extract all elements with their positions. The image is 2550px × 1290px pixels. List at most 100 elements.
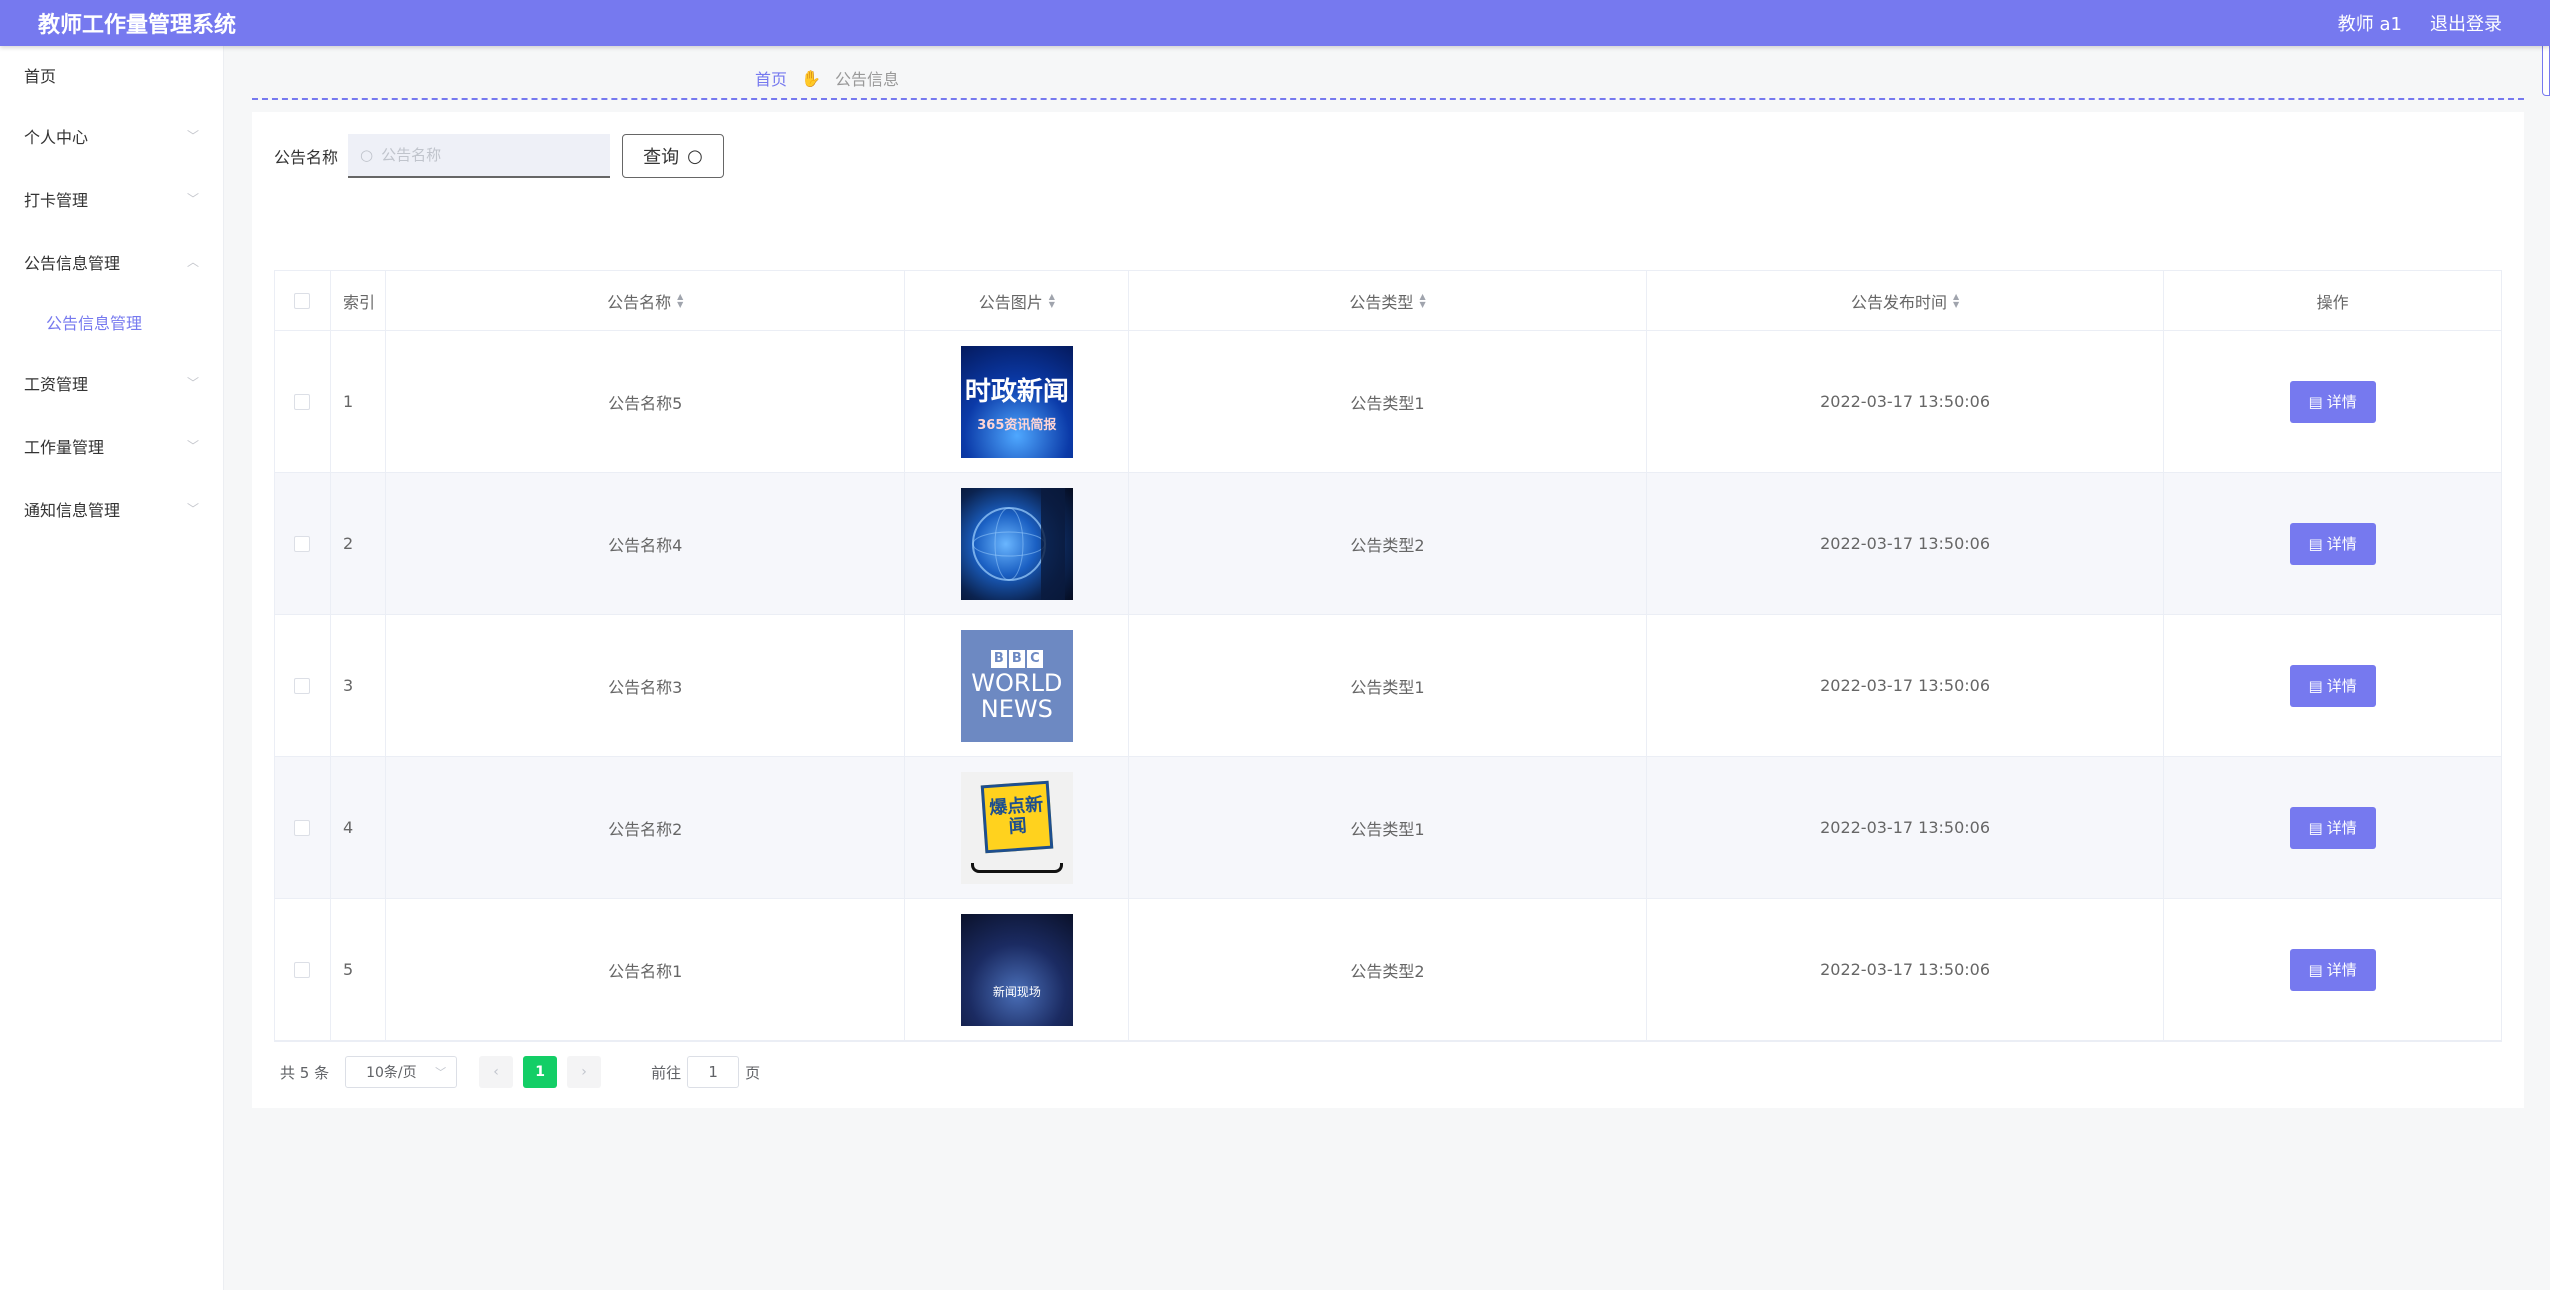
search-icon: ○: [360, 146, 374, 164]
header-index: 索引: [331, 271, 386, 330]
detail-button[interactable]: ▤ 详情: [2289, 664, 2376, 707]
chevron-down-icon: ﹀: [186, 502, 199, 516]
announcement-image[interactable]: BBC WORLD NEWS: [960, 629, 1073, 742]
row-checkbox[interactable]: [294, 393, 311, 410]
row-checkbox[interactable]: [294, 819, 311, 836]
chevron-left-icon: ‹: [493, 1064, 499, 1080]
sidebar-item-announcements[interactable]: 公告信息管理 ︿: [0, 230, 223, 293]
row-index: 5: [331, 899, 386, 1040]
search-input-wrapper[interactable]: ○: [348, 134, 611, 178]
sidebar-item-label: 公告信息管理: [46, 314, 143, 333]
announcement-image[interactable]: 时政新闻 365资讯简报: [960, 345, 1073, 458]
row-index: 2: [331, 473, 386, 614]
header-time-label: 公告发布时间: [1850, 292, 1947, 312]
prev-page-button[interactable]: ‹: [479, 1056, 514, 1088]
detail-button[interactable]: ▤ 详情: [2289, 522, 2376, 565]
user-label[interactable]: 教师 a1: [2338, 10, 2402, 36]
announcement-image[interactable]: 爆点新闻: [960, 771, 1073, 884]
breadcrumb-home[interactable]: 首页: [755, 66, 787, 90]
sort-icon[interactable]: ▲ ▼: [1419, 292, 1425, 309]
page-size-value: 10条/页: [366, 1065, 417, 1081]
detail-button[interactable]: ▤ 详情: [2289, 948, 2376, 991]
sidebar-item-personal-center[interactable]: 个人中心 ﹀: [0, 104, 223, 167]
chevron-down-icon: ﹀: [186, 129, 199, 143]
table-row: 5 公告名称1 新闻现场 公告类型2 2022-03-17 13:50:06 ▤…: [275, 899, 2501, 1041]
sidebar-item-salary[interactable]: 工资管理 ﹀: [0, 351, 223, 414]
search-input[interactable]: [381, 146, 582, 164]
row-index: 4: [331, 757, 386, 898]
document-icon: ▤: [2308, 676, 2323, 695]
row-name: 公告名称3: [386, 615, 906, 756]
content-panel: 公告名称 ○ 查询 ○ 索引 公告名称 ▲▼ 公告图片 ▲▼ 公告类型 ▲▼ 公告发布…: [252, 112, 2524, 1108]
detail-button[interactable]: ▤ 详情: [2289, 806, 2376, 849]
row-select-cell: [275, 473, 331, 614]
detail-label: 详情: [2326, 535, 2357, 553]
row-checkbox[interactable]: [294, 535, 311, 552]
image-stand: [970, 862, 1063, 873]
search-bar: 公告名称 ○ 查询 ○: [274, 134, 725, 178]
sidebar-item-workload[interactable]: 工作量管理 ﹀: [0, 414, 223, 477]
detail-label: 详情: [2326, 393, 2357, 411]
row-operation: ▤ 详情: [2164, 331, 2501, 472]
row-checkbox[interactable]: [294, 961, 311, 978]
sidebar-item-label: 个人中心: [24, 127, 89, 147]
row-time: 2022-03-17 13:50:06: [1647, 331, 2165, 472]
logout-link[interactable]: 退出登录: [2430, 10, 2502, 36]
row-name: 公告名称1: [386, 899, 906, 1040]
right-edge-handle[interactable]: [2542, 40, 2550, 96]
row-select-cell: [275, 615, 331, 756]
sidebar-item-label: 首页: [24, 67, 57, 86]
select-all-checkbox[interactable]: [294, 292, 311, 309]
goto-page-input[interactable]: 1: [687, 1056, 740, 1088]
sidebar-item-label: 通知信息管理: [24, 500, 121, 520]
row-operation: ▤ 详情: [2164, 615, 2501, 756]
row-operation: ▤ 详情: [2164, 899, 2501, 1040]
next-page-button[interactable]: ›: [567, 1056, 602, 1088]
row-checkbox[interactable]: [294, 677, 311, 694]
announcement-image[interactable]: [960, 487, 1073, 600]
chevron-down-icon: ﹀: [186, 192, 199, 206]
page-size-select[interactable]: 10条/页 ﹀: [345, 1056, 458, 1088]
goto-suffix: 页: [745, 1063, 761, 1082]
detail-button[interactable]: ▤ 详情: [2289, 380, 2376, 423]
sort-icon[interactable]: ▲ ▼: [677, 292, 683, 309]
row-select-cell: [275, 331, 331, 472]
divider: [252, 98, 2524, 100]
sidebar-item-home[interactable]: 首页: [0, 46, 223, 104]
sidebar-item-checkin[interactable]: 打卡管理 ﹀: [0, 167, 223, 230]
goto-page: 前往 1 页: [651, 1056, 760, 1088]
row-type: 公告类型1: [1129, 757, 1647, 898]
header-name-label: 公告名称: [607, 292, 672, 312]
page-number-button[interactable]: 1: [523, 1056, 558, 1088]
table-row: 4 公告名称2 爆点新闻 公告类型1 2022-03-17 13:50:06 ▤…: [275, 757, 2501, 899]
row-index: 1: [331, 331, 386, 472]
sidebar-subitem-announcement-management[interactable]: 公告信息管理: [0, 293, 223, 351]
header-name[interactable]: 公告名称 ▲ ▼: [386, 271, 906, 330]
row-type: 公告类型2: [1129, 899, 1647, 1040]
sidebar-item-label: 打卡管理: [24, 190, 89, 210]
row-image-cell: [905, 473, 1130, 614]
sidebar-item-label: 公告信息管理: [24, 253, 121, 273]
chevron-up-icon: ︿: [186, 255, 199, 269]
announcement-image[interactable]: 新闻现场: [960, 913, 1073, 1026]
image-line-1: WORLD: [971, 668, 1063, 697]
header-type[interactable]: 公告类型 ▲ ▼: [1129, 271, 1647, 330]
breadcrumb-current: 公告信息: [834, 70, 899, 89]
sort-icon[interactable]: ▲ ▼: [1953, 292, 1959, 309]
header-right: 教师 a1 退出登录: [2338, 10, 2502, 36]
breadcrumb: 首页 ✋ 公告信息: [755, 66, 899, 90]
goto-prefix: 前往: [651, 1063, 682, 1082]
top-header: 教师工作量管理系统 教师 a1 退出登录: [0, 0, 2550, 46]
header-image[interactable]: 公告图片 ▲ ▼: [905, 271, 1130, 330]
sort-icon[interactable]: ▲ ▼: [1049, 292, 1055, 309]
query-button[interactable]: 查询 ○: [622, 134, 725, 178]
row-select-cell: [275, 757, 331, 898]
sidebar-item-notifications[interactable]: 通知信息管理 ﹀: [0, 477, 223, 540]
row-operation: ▤ 详情: [2164, 473, 2501, 614]
row-select-cell: [275, 899, 331, 1040]
row-time: 2022-03-17 13:50:06: [1647, 757, 2165, 898]
search-icon: ○: [687, 145, 703, 167]
row-image-cell: 新闻现场: [905, 899, 1130, 1040]
header-time[interactable]: 公告发布时间 ▲ ▼: [1647, 271, 2165, 330]
document-icon: ▤: [2308, 392, 2323, 411]
